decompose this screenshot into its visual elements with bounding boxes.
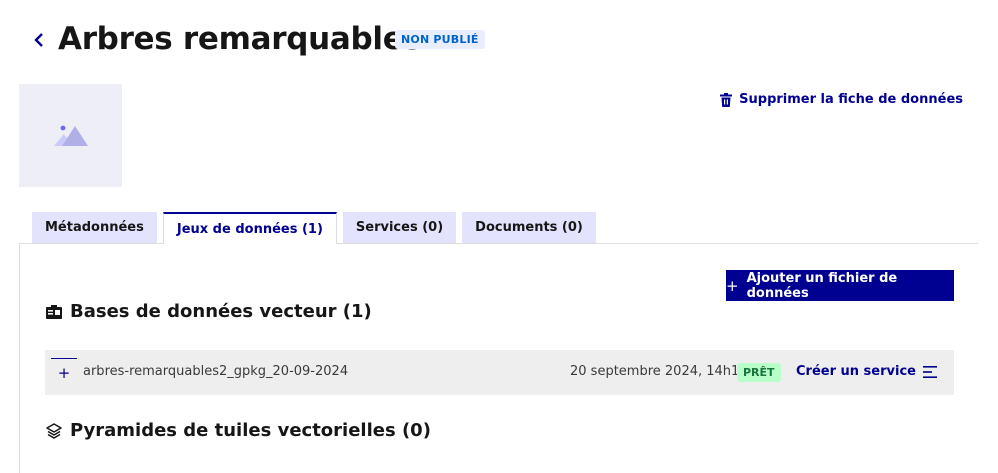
expand-row-button[interactable]: + <box>51 358 77 387</box>
add-data-file-label: Ajouter un fichier de données <box>746 270 898 301</box>
add-data-file-button[interactable]: + Ajouter un fichier de données <box>726 270 954 301</box>
page-title: Arbres remarquables <box>58 21 422 57</box>
tab-label: Documents (0) <box>475 220 583 235</box>
tab-label: Services (0) <box>355 220 444 235</box>
delete-datasheet-link[interactable]: Supprimer la fiche de données <box>720 92 963 107</box>
tab-list: Métadonnées Jeux de données (1) Services… <box>32 212 596 244</box>
plus-icon: + <box>57 364 71 382</box>
section-title-text: Pyramides de tuiles vectorielles (0) <box>70 420 431 441</box>
dataset-row: + arbres-remarquables2_gpkg_20-09-2024 2… <box>45 350 954 395</box>
section-title-text: Bases de données vecteur (1) <box>70 301 372 322</box>
tab-label: Métadonnées <box>45 220 144 235</box>
menu-icon[interactable] <box>922 364 938 380</box>
chevron-left-icon <box>34 33 43 47</box>
tab-services[interactable]: Services (0) <box>342 212 457 243</box>
dataset-date: 20 septembre 2024, 14h12 <box>570 364 748 379</box>
dataset-name: arbres-remarquables2_gpkg_20-09-2024 <box>83 364 349 379</box>
back-button[interactable] <box>30 29 48 51</box>
create-service-link[interactable]: Créer un service <box>796 364 916 379</box>
vector-db-section-title: Bases de données vecteur (1) <box>46 301 372 322</box>
database-icon <box>46 304 62 319</box>
ready-badge: PRÊT <box>737 363 781 382</box>
image-placeholder-icon <box>53 125 88 146</box>
tab-metadata[interactable]: Métadonnées <box>32 212 157 243</box>
tab-documents[interactable]: Documents (0) <box>462 212 596 243</box>
vector-tiles-section-title: Pyramides de tuiles vectorielles (0) <box>46 420 431 441</box>
status-badge: NON PUBLIÉ <box>395 30 485 49</box>
delete-datasheet-label: Supprimer la fiche de données <box>739 92 963 107</box>
layers-icon <box>46 422 62 439</box>
tab-datasets[interactable]: Jeux de données (1) <box>162 212 337 244</box>
trash-icon <box>720 92 733 107</box>
dataset-thumbnail <box>19 84 122 187</box>
plus-icon: + <box>726 276 739 295</box>
tab-label: Jeux de données (1) <box>176 221 323 237</box>
